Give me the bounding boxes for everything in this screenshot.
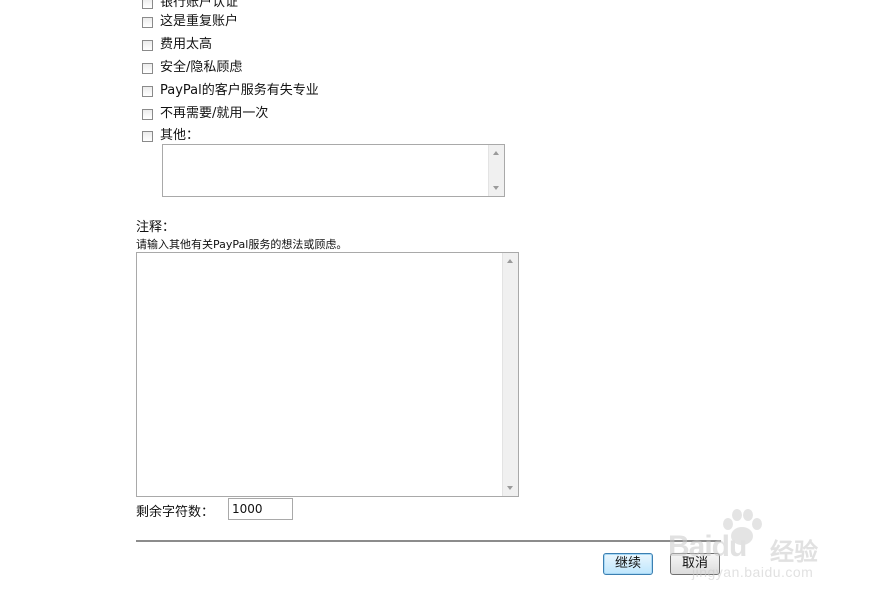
watermark-brand: Baidu <box>668 530 747 563</box>
reason-option-no-longer-needed[interactable]: 不再需要/就用一次 <box>142 104 268 124</box>
divider <box>136 540 721 542</box>
watermark-suffix: 经验 <box>770 538 818 566</box>
scroll-up-icon[interactable] <box>493 151 499 155</box>
comments-text <box>137 253 518 259</box>
reason-label-other: 其他： <box>160 128 200 143</box>
reason-checkbox-other[interactable] <box>142 130 153 142</box>
remaining-chars-field <box>228 498 293 520</box>
reason-label-customer-service: PayPal的客户服务有失专业 <box>160 83 319 98</box>
reason-label-security-privacy: 安全/隐私顾虑 <box>160 60 243 75</box>
other-reason-text <box>163 145 504 151</box>
comments-textarea[interactable] <box>136 252 519 497</box>
reason-label-no-longer-needed: 不再需要/就用一次 <box>160 106 269 121</box>
comments-hint: 请输入其他有关PayPal服务的想法或顾虑。 <box>136 238 348 251</box>
reason-checkbox-security-privacy[interactable] <box>142 62 153 74</box>
scroll-down-icon[interactable] <box>493 186 499 190</box>
reason-label-fees-too-high: 费用太高 <box>160 37 213 52</box>
scroll-up-icon[interactable] <box>507 259 513 263</box>
comments-title: 注释： <box>136 220 176 235</box>
baidu-jingyan-watermark: Baidu 经验 jingyan.baidu.com <box>664 508 839 588</box>
reason-checkbox-fees-too-high[interactable] <box>142 39 153 51</box>
comments-scrollbar[interactable] <box>502 253 518 496</box>
watermark-url: jingyan.baidu.com <box>692 564 814 580</box>
reason-option-duplicate-account[interactable]: 这是重复账户 <box>142 12 238 32</box>
reason-label-duplicate-account: 这是重复账户 <box>160 14 239 29</box>
remaining-chars-label: 剩余字符数： <box>136 505 215 520</box>
other-reason-scrollbar[interactable] <box>488 145 504 196</box>
reason-option-customer-service[interactable]: PayPal的客户服务有失专业 <box>142 81 319 101</box>
reason-checkbox-no-longer-needed[interactable] <box>142 108 153 120</box>
reason-option-other[interactable]: 其他： <box>142 126 199 146</box>
scroll-down-icon[interactable] <box>507 486 513 490</box>
reason-checkbox-bank-verification[interactable] <box>142 0 153 9</box>
reason-option-fees-too-high[interactable]: 费用太高 <box>142 35 212 55</box>
reason-checkbox-duplicate-account[interactable] <box>142 16 153 28</box>
continue-button[interactable]: 继续 <box>603 553 653 575</box>
reason-option-security-privacy[interactable]: 安全/隐私顾虑 <box>142 58 242 78</box>
reason-label-bank-verification: 银行账户认证 <box>160 0 239 10</box>
reason-checkbox-customer-service[interactable] <box>142 85 153 97</box>
other-reason-textarea[interactable] <box>162 144 505 197</box>
